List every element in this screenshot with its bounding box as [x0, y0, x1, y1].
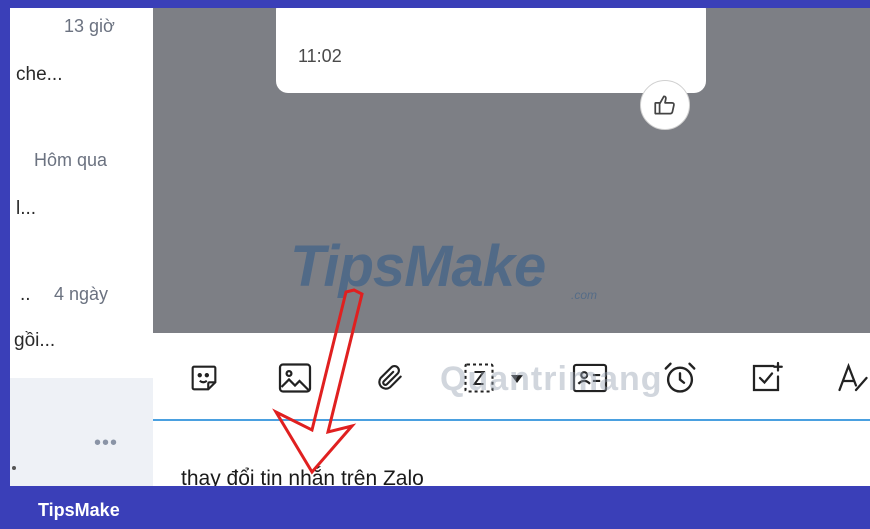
watermark-secondary: Quantrimang: [440, 360, 663, 398]
screenshot-frame: 13 giờ che... Hôm qua l... .. 4 ngày gồi…: [0, 0, 870, 529]
conversation-time: Hôm qua: [34, 150, 108, 170]
conversation-time: 4 ngày: [54, 284, 109, 304]
like-reaction-button[interactable]: [640, 80, 690, 130]
text-format-icon: [838, 362, 868, 392]
conversation-lead: ..: [20, 284, 31, 305]
task-check-icon: [752, 361, 783, 392]
footer-brand: TipsMake: [38, 500, 120, 520]
task-button[interactable]: [745, 357, 787, 399]
conversation-list: 13 giờ che... Hôm qua l... .. 4 ngày gồi…: [10, 8, 153, 486]
sticker-button[interactable]: [183, 357, 225, 399]
more-options-button[interactable]: •••: [94, 432, 118, 455]
active-conversation[interactable]: [10, 378, 153, 486]
watermark-suffix: .com: [571, 288, 598, 302]
conversation-time: 13 giờ: [64, 16, 115, 36]
conversation-preview[interactable]: che...: [16, 64, 62, 86]
reminder-button[interactable]: [659, 357, 701, 399]
annotation-arrow: [272, 288, 364, 475]
sticker-icon: [191, 365, 217, 391]
text-format-button[interactable]: [833, 357, 870, 399]
bullet-dot: [12, 466, 16, 470]
chat-messages: 11:02 TipsMake .com: [153, 8, 870, 333]
message-input[interactable]: thay đổi tin nhắn trên Zalo: [153, 423, 870, 486]
conversation-preview[interactable]: l...: [16, 198, 36, 220]
thumbs-up-icon: [654, 95, 675, 115]
alarm-clock-icon: [664, 362, 696, 393]
message-bubble[interactable]: 11:02: [276, 8, 706, 93]
footer-bar: TipsMake: [0, 486, 870, 529]
message-time: 11:02: [298, 46, 342, 66]
app-window: 13 giờ che... Hôm qua l... .. 4 ngày gồi…: [10, 8, 870, 486]
conversation-preview[interactable]: gồi...: [14, 330, 55, 352]
